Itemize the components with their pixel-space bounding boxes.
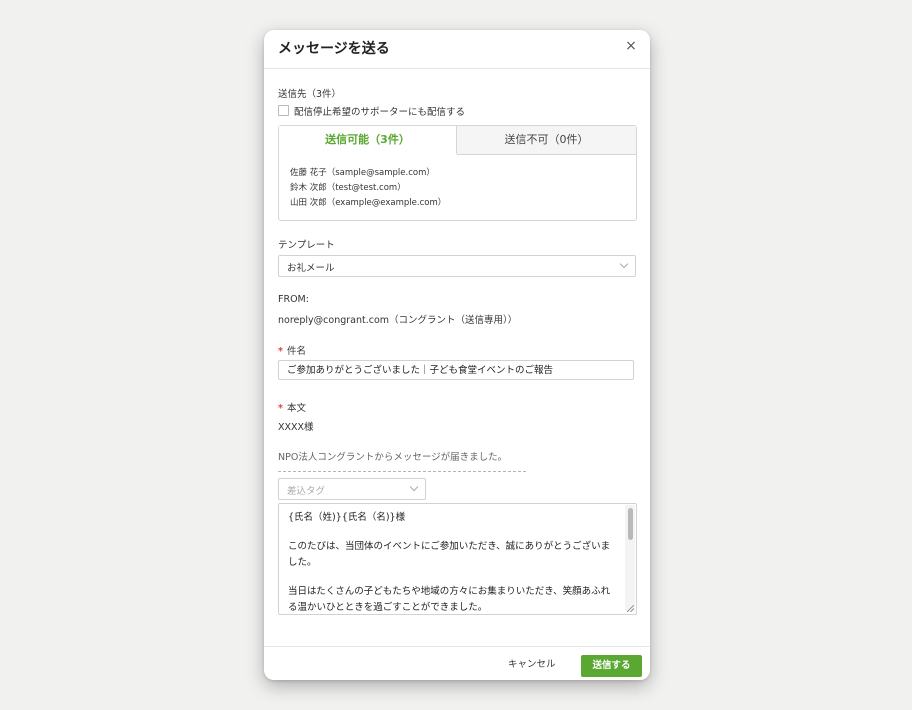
chevron-down-icon <box>619 259 629 269</box>
template-label: テンプレート <box>278 240 335 251</box>
textarea-line: した。 <box>288 557 317 568</box>
body-header-line: XXXX様 <box>278 422 314 433</box>
template-selected-value: お礼メール <box>287 263 335 274</box>
divider-dashed <box>278 471 526 472</box>
body-intro-line: NPO法人コングラントからメッセージが届きました。 <box>278 452 508 463</box>
recipient-item: 佐藤 花子（sample@sample.com） <box>290 168 435 178</box>
modal-header: メッセージを送る × <box>264 30 650 69</box>
from-value: noreply@congrant.com（コングラント（送信専用）） <box>278 315 518 326</box>
close-icon[interactable]: × <box>622 37 640 55</box>
modal-title: メッセージを送る <box>278 41 390 57</box>
tab-unsendable[interactable]: 送信不可（0件） <box>457 126 636 155</box>
textarea-line: このたびは、当団体のイベントにご参加いただき、誠にありがとうございま <box>288 541 611 552</box>
body-label: 本文 <box>286 403 306 414</box>
tab-sendable[interactable]: 送信可能（3件） <box>279 126 457 154</box>
required-mark: * <box>278 346 283 357</box>
unsubscribed-checkbox-label[interactable]: 配信停止希望のサポーターにも配信する <box>294 104 465 118</box>
body-textarea[interactable]: {氏名（姓)}{氏名（名)}様 このたびは、当団体のイベントにご参加いただき、誠… <box>278 503 637 615</box>
chevron-down-icon <box>409 482 419 492</box>
recipients-tabs-panel: 送信可能（3件） 送信不可（0件） 佐藤 花子（sample@sample.co… <box>278 125 637 221</box>
cancel-button[interactable]: キャンセル <box>508 656 556 670</box>
insert-tag-select[interactable]: 差込タグ <box>278 478 426 500</box>
textarea-line: 当日はたくさんの子どもたちや地域の方々にお集まりいただき、笑顔あふれ <box>288 586 611 597</box>
modal-footer: キャンセル 送信する <box>264 646 650 680</box>
recipients-label: 送信先（3件） <box>278 89 342 100</box>
unsubscribed-checkbox[interactable] <box>278 105 289 116</box>
recipient-item: 鈴木 次郎（test@test.com） <box>290 183 406 193</box>
from-label: FROM: <box>278 294 309 305</box>
send-button[interactable]: 送信する <box>581 655 642 677</box>
send-message-modal: メッセージを送る × 送信先（3件） 配信停止希望のサポーターにも配信する 送信… <box>264 30 650 680</box>
required-mark: * <box>278 403 283 414</box>
textarea-line: {氏名（姓)}{氏名（名)}様 <box>288 512 406 523</box>
subject-input[interactable]: ご参加ありがとうございました｜子ども食堂イベントのご報告 <box>278 360 634 380</box>
resize-handle-icon[interactable] <box>627 605 634 612</box>
body-label-row: * 本文 <box>278 400 306 414</box>
insert-tag-placeholder: 差込タグ <box>287 486 326 497</box>
subject-label: 件名 <box>286 346 306 357</box>
textarea-line: る温かいひとときを過ごすことができました。 <box>288 602 488 613</box>
recipient-item: 山田 次郎（example@example.com） <box>290 198 447 208</box>
subject-label-row: * 件名 <box>278 343 306 357</box>
textarea-scrollbar-thumb[interactable] <box>628 508 633 540</box>
template-select[interactable]: お礼メール <box>278 255 636 277</box>
